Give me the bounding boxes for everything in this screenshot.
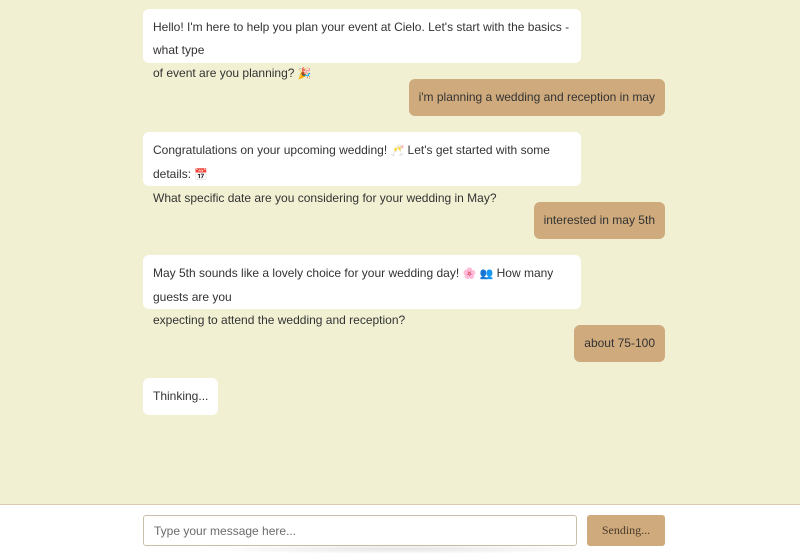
message-text: i'm planning a wedding and reception in …: [418, 90, 655, 104]
bot-message: Congratulations on your upcoming wedding…: [143, 132, 581, 205]
message-text: May 5th sounds like a lovely choice for …: [153, 266, 460, 280]
message-text: Congratulations on your upcoming wedding…: [153, 143, 388, 157]
message-text: What specific date are you considering f…: [153, 191, 497, 205]
message-text: expecting to attend the wedding and rece…: [153, 313, 406, 327]
party-popper-icon: 🎉: [297, 68, 312, 80]
thinking-indicator: Thinking...: [143, 378, 219, 415]
message-text: interested in may 5th: [543, 213, 655, 227]
bot-message-line: What specific date are you considering f…: [153, 187, 571, 210]
message-list[interactable]: Hello! I'm here to help you plan your ev…: [0, 0, 800, 504]
chat-app: Hello! I'm here to help you plan your ev…: [0, 0, 800, 554]
message-input[interactable]: [143, 515, 577, 546]
footer-shadow: [200, 544, 600, 554]
bot-message: Hello! I'm here to help you plan your ev…: [143, 9, 581, 80]
bot-message-line: Hello! I'm here to help you plan your ev…: [153, 16, 571, 62]
flower-icon: 🌸: [462, 268, 477, 280]
clinking-glasses-icon: 🥂: [390, 145, 405, 157]
send-button[interactable]: Sending...: [587, 515, 665, 546]
message-text: of event are you planning?: [153, 66, 295, 80]
message-text: Hello! I'm here to help you plan your ev…: [153, 20, 570, 57]
message-text: about 75-100: [584, 336, 655, 350]
user-message: about 75-100: [574, 325, 665, 362]
bot-message-line: May 5th sounds like a lovely choice for …: [153, 262, 571, 309]
message-text: Thinking...: [153, 389, 209, 403]
user-message: interested in may 5th: [533, 202, 665, 239]
user-message: i'm planning a wedding and reception in …: [408, 79, 665, 116]
calendar-icon: 📅: [194, 169, 209, 181]
bot-message: May 5th sounds like a lovely choice for …: [143, 255, 581, 327]
bot-message-line: Congratulations on your upcoming wedding…: [153, 139, 571, 187]
people-icon: 👥: [479, 268, 494, 280]
bot-message-line: expecting to attend the wedding and rece…: [153, 309, 571, 332]
